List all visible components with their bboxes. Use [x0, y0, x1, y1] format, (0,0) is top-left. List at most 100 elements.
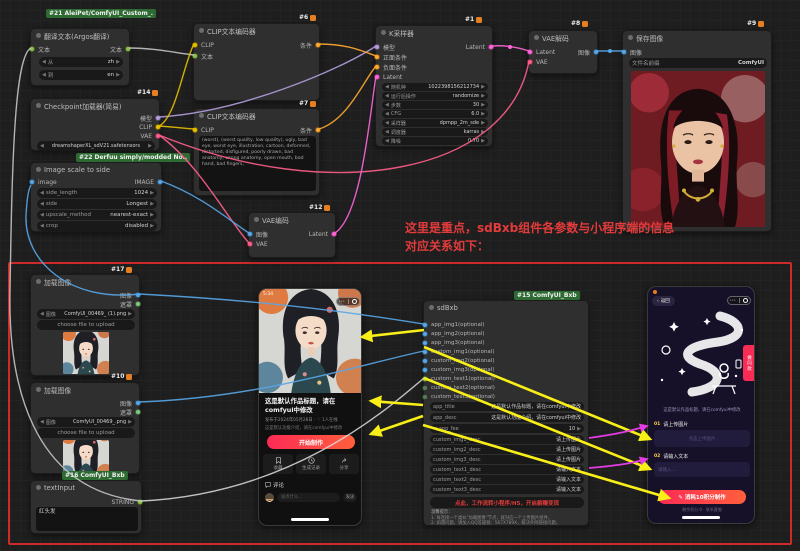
- badge-user-icon: [310, 15, 316, 21]
- widget-custom-img3-desc[interactable]: custom_img3_desc请上传图片: [430, 455, 584, 464]
- widget-custom-text1-desc[interactable]: custom_text1_desc请输入文本: [430, 465, 584, 474]
- input-port-text[interactable]: 文本: [192, 52, 213, 60]
- clock-icon: [308, 457, 315, 464]
- widget-custom-text3-desc[interactable]: custom_text3_desc请输入文本: [430, 485, 584, 494]
- output-port-latent[interactable]: Latent: [466, 43, 494, 51]
- widget-side[interactable]: ◀sideLongest▶: [37, 199, 157, 209]
- node-text-input[interactable]: textInput STRING 红头发: [30, 480, 142, 534]
- widget-cfg[interactable]: ◀CFG6.0▶: [382, 110, 488, 118]
- collapse-dot-icon[interactable]: [36, 33, 41, 38]
- widget-from[interactable]: ◀从 zh▶: [39, 57, 123, 67]
- input-port-custom-img3[interactable]: custom_img3(optional): [422, 366, 494, 374]
- output-port-cond[interactable]: 条件: [300, 126, 321, 134]
- input-port-custom-img2[interactable]: custom_img2(optional): [422, 357, 494, 365]
- collapse-dot-icon[interactable]: [36, 167, 41, 172]
- widget-crop[interactable]: ◀cropdisabled▶: [37, 221, 157, 231]
- widget-custom-img2-desc[interactable]: custom_img2_desc请上传图片: [430, 445, 584, 454]
- widget-to[interactable]: ◀到 en▶: [39, 70, 123, 80]
- collapse-dot-icon[interactable]: [254, 217, 259, 222]
- collapse-dot-icon[interactable]: [36, 485, 41, 490]
- output-port-model[interactable]: 模型: [140, 114, 161, 122]
- output-port-image[interactable]: 图像: [120, 291, 141, 299]
- widget-upscale-method[interactable]: ◀upscale_methodnearest-exact▶: [37, 210, 157, 220]
- node-load-image-1[interactable]: 加载图像 图像 遮罩 ◀图像ComfyUI_00469_ (1).png▶ ch…: [30, 274, 140, 376]
- widget-app-desc[interactable]: app_desc这是默认功能介绍，请在comfyui中修改: [430, 413, 584, 422]
- output-port-mask[interactable]: 遮罩: [120, 300, 141, 308]
- node-clip-encode-positive[interactable]: CLIP文本编码器 CLIP 文本 条件: [193, 23, 320, 101]
- widget-ckpt-name[interactable]: ◀dreamshaperXL_sdV21.safetensors▶: [37, 141, 155, 151]
- work-caption: 这是默认作品标题，请在comfyui中修改: [654, 407, 750, 413]
- input-port-app-img2[interactable]: app_img2(optional): [422, 330, 485, 338]
- widget-seed[interactable]: ◀随机种1022398156212734▶: [382, 83, 488, 91]
- node-checkpoint-loader[interactable]: Checkpoint加载器(简易) 模型 CLIP VAE ◀dreamshap…: [30, 98, 160, 151]
- collapse-dot-icon[interactable]: [429, 305, 434, 310]
- output-port-cond[interactable]: 条件: [300, 41, 321, 49]
- comfyui-canvas[interactable]: 这里是重点，sdBxb组件各参数与小程序端的信息 对应关系如下： #21 Ale…: [0, 0, 800, 551]
- input-port-text[interactable]: 文本: [29, 45, 50, 53]
- input-port-app-img1[interactable]: app_img1(optional): [422, 321, 485, 329]
- input-port-custom-text3[interactable]: custom_text3(optional): [422, 393, 495, 401]
- node-vae-encode[interactable]: VAE编码 图像 VAE Latent: [248, 212, 336, 258]
- input-port-vae[interactable]: VAE: [247, 240, 268, 248]
- node-load-image-2[interactable]: 加载图像 图像 遮罩 ◀图像ComfyUI_00469_.png▶ choose…: [30, 382, 140, 474]
- output-port-vae[interactable]: VAE: [140, 132, 161, 140]
- output-port-clip[interactable]: CLIP: [139, 123, 161, 131]
- input-port-custom-img1[interactable]: custom_img1(optional): [422, 348, 494, 356]
- output-port-image[interactable]: 图像: [578, 48, 599, 56]
- input-port-positive[interactable]: 正面条件: [374, 53, 407, 61]
- node-clip-encode-negative[interactable]: CLIP文本编码器 CLIP 条件 (worst), (worst qualit…: [193, 108, 320, 196]
- collapse-dot-icon[interactable]: [36, 103, 41, 108]
- upload-button[interactable]: choose file to upload: [37, 320, 135, 330]
- output-port-mask[interactable]: 遮罩: [120, 408, 141, 416]
- node-translate-text[interactable]: 翻译文本(Argos翻译) 文本 文本 ◀从 zh▶ ◀到 en▶: [30, 28, 130, 86]
- node-ksampler[interactable]: K采样器 模型 正面条件 负面条件 Latent Latent ◀随机种1022…: [375, 25, 493, 147]
- widget-steps[interactable]: ◀步数30▶: [382, 101, 488, 109]
- widget-custom-text2-desc[interactable]: custom_text2_desc请输入文本: [430, 475, 584, 484]
- output-port-text[interactable]: 文本: [110, 45, 131, 53]
- output-port-image[interactable]: IMAGE: [135, 178, 163, 186]
- widget-app-fee[interactable]: ◀app_fee10▶: [430, 424, 584, 433]
- output-port-latent[interactable]: Latent: [309, 230, 337, 238]
- collapse-dot-icon[interactable]: [199, 28, 204, 33]
- upload-button[interactable]: choose file to upload: [37, 428, 135, 438]
- widget-image-select[interactable]: ◀图像ComfyUI_00469_.png▶: [37, 417, 135, 427]
- output-port-string[interactable]: STRING: [111, 498, 143, 506]
- input-port-model[interactable]: 模型: [374, 43, 395, 51]
- text-input-textarea[interactable]: 红头发: [36, 507, 138, 531]
- widget-app-title[interactable]: app_title这是默认作品标题，请在comfyui中修改: [430, 402, 584, 411]
- input-port-clip[interactable]: CLIP: [192, 126, 214, 134]
- collapse-dot-icon[interactable]: [36, 279, 41, 284]
- widget-sampler[interactable]: ◀采样器dpmpp_2m_sde▶: [382, 119, 488, 127]
- node-sdbxb[interactable]: sdBxb app_img1(optional) app_img2(option…: [423, 300, 589, 526]
- node-image-scale[interactable]: Image scale to side image IMAGE ◀side_le…: [30, 162, 162, 232]
- input-port-latent[interactable]: Latent: [527, 48, 555, 56]
- input-port-custom-text1[interactable]: custom_text1(optional): [422, 375, 495, 383]
- widget-image-select[interactable]: ◀图像ComfyUI_00469_ (1).png▶: [37, 309, 135, 319]
- input-port-vae[interactable]: VAE: [527, 58, 548, 66]
- widget-custom-img1-desc[interactable]: custom_img1_desc请上传图片: [430, 435, 584, 444]
- collapse-dot-icon[interactable]: [628, 35, 633, 40]
- input-port-image[interactable]: image: [29, 178, 57, 186]
- negative-prompt-textarea[interactable]: (worst), (worst quality, low quality), u…: [199, 136, 316, 191]
- node-save-image[interactable]: 保存图像 图像 文件名前缀ComfyUI: [622, 30, 772, 232]
- widget-denoise[interactable]: ◀降噪0.70▶: [382, 137, 488, 145]
- collapse-dot-icon[interactable]: [36, 387, 41, 392]
- input-port-clip[interactable]: CLIP: [192, 41, 214, 49]
- input-port-latent[interactable]: Latent: [374, 73, 402, 81]
- collapse-dot-icon[interactable]: [534, 35, 539, 40]
- widget-control-after[interactable]: ◀运行后操作randomize▶: [382, 92, 488, 100]
- input-port-custom-text2[interactable]: custom_text2(optional): [422, 384, 495, 392]
- node-title: VAE解码: [542, 33, 569, 43]
- publish-workflow-button[interactable]: 点此，工作流转小程序/H5，开启躺赚变现: [430, 497, 584, 508]
- node-vae-decode[interactable]: VAE解码 Latent VAE 图像: [528, 30, 598, 74]
- widget-side-length[interactable]: ◀side_length1024▶: [37, 188, 157, 198]
- collapse-dot-icon[interactable]: [381, 30, 386, 35]
- widget-filename-prefix[interactable]: 文件名前缀ComfyUI: [629, 58, 767, 68]
- input-port-image[interactable]: 图像: [247, 230, 268, 238]
- widget-scheduler[interactable]: ◀调度器karras▶: [382, 128, 488, 136]
- collapse-dot-icon[interactable]: [199, 113, 204, 118]
- input-port-negative[interactable]: 负面条件: [374, 63, 407, 71]
- output-port-image[interactable]: 图像: [120, 399, 141, 407]
- input-port-app-img3[interactable]: app_img3(optional): [422, 339, 485, 347]
- input-port-image[interactable]: 图像: [621, 48, 642, 56]
